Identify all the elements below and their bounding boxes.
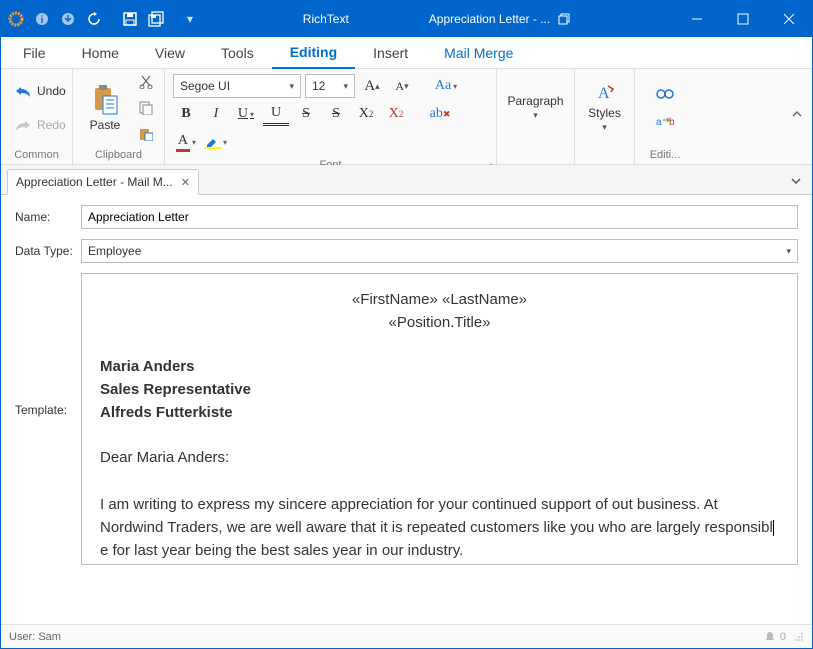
paste-icon (91, 84, 119, 116)
highlight-icon (205, 135, 221, 149)
ribbon: Undo Redo Common Paste Clipboard (1, 69, 812, 165)
menu-insert[interactable]: Insert (355, 37, 426, 69)
shrink-font-button[interactable]: A▾ (389, 74, 415, 98)
double-underline-button[interactable]: U (263, 102, 289, 126)
name-label: Name: (15, 210, 77, 224)
change-case-button[interactable]: Aa▾ (433, 74, 459, 98)
template-label: Template: (15, 403, 77, 417)
save-all-icon[interactable] (147, 10, 165, 28)
menu-tools[interactable]: Tools (203, 37, 272, 69)
highlight-button[interactable]: ▾ (203, 130, 229, 154)
replace-button[interactable]: ab (656, 114, 674, 128)
status-user: User: Sam (9, 631, 61, 643)
ribbon-group-clipboard: Clipboard (73, 146, 164, 164)
find-button[interactable] (656, 88, 674, 102)
app-title: RichText (303, 12, 349, 26)
copy-button[interactable] (135, 98, 157, 118)
redo-button: Redo (11, 113, 70, 137)
styles-icon: A (594, 82, 616, 104)
text-cursor (773, 520, 774, 536)
svg-text:i: i (41, 15, 44, 26)
menu-editing[interactable]: Editing (272, 37, 355, 69)
menu-mail-merge[interactable]: Mail Merge (426, 37, 531, 69)
paragraph-button[interactable]: Paragraph ▾ (510, 73, 562, 143)
cut-icon (139, 75, 153, 89)
menu-home[interactable]: Home (64, 37, 137, 69)
clear-format-button[interactable]: ab✖ (427, 102, 453, 126)
svg-text:b: b (669, 117, 674, 128)
qat-dropdown-icon[interactable]: ▾ (181, 10, 199, 28)
titlebar: i ▾ RichText Appreciation Letter - ... (1, 1, 812, 37)
resize-grip-icon[interactable] (794, 632, 804, 642)
name-input[interactable] (81, 205, 798, 229)
svg-text:A: A (598, 85, 610, 102)
menubar: File Home View Tools Editing Insert Mail… (1, 37, 812, 69)
minimize-button[interactable] (674, 1, 720, 37)
grow-font-button[interactable]: A▴ (359, 74, 385, 98)
chevron-down-icon: ▾ (289, 81, 294, 92)
ribbon-group-editing: Editi... (635, 146, 695, 164)
menu-file[interactable]: File (5, 37, 64, 69)
font-size-combo[interactable]: 12▾ (305, 74, 355, 98)
copy-icon (139, 101, 153, 115)
download-icon[interactable] (59, 10, 77, 28)
doc-tab-strip: Appreciation Letter - Mail M... ✕ (1, 165, 812, 195)
bold-button[interactable]: B (173, 102, 199, 126)
font-name-combo[interactable]: Segoe UI▾ (173, 74, 301, 98)
app-icon (7, 10, 25, 28)
paste-special-button[interactable] (135, 124, 157, 144)
refresh-icon[interactable] (85, 10, 103, 28)
menu-view[interactable]: View (137, 37, 203, 69)
chevron-down-icon: ▾ (602, 122, 607, 133)
save-icon[interactable] (121, 10, 139, 28)
subscript-button[interactable]: X2 (383, 102, 409, 126)
notification-button[interactable]: 0 (764, 631, 786, 643)
chevron-down-icon: ▾ (343, 81, 348, 92)
doc-title: Appreciation Letter - ... (429, 12, 550, 26)
font-color-button[interactable]: A▾ (173, 130, 199, 154)
italic-button[interactable]: I (203, 102, 229, 126)
close-button[interactable] (766, 1, 812, 37)
paste-special-icon (139, 127, 153, 141)
template-editor[interactable]: «FirstName» «LastName» «Position.Title» … (81, 273, 798, 565)
redo-icon (15, 119, 31, 131)
strike-button[interactable]: S (293, 102, 319, 126)
superscript-button[interactable]: X2 (353, 102, 379, 126)
undo-button[interactable]: Undo (11, 79, 70, 103)
restore-small-icon[interactable] (558, 13, 570, 25)
find-icon (656, 88, 674, 102)
panel-chevron-icon[interactable] (790, 175, 802, 187)
collapse-ribbon-icon[interactable] (790, 107, 804, 121)
info-icon[interactable]: i (33, 10, 51, 28)
chevron-down-icon: ▾ (533, 110, 538, 121)
bell-icon (764, 631, 776, 643)
data-type-select[interactable]: Employee ▾ (81, 239, 798, 263)
undo-icon (15, 85, 31, 97)
statusbar: User: Sam 0 (1, 624, 812, 648)
double-strike-button[interactable]: S (323, 102, 349, 126)
close-tab-icon[interactable]: ✕ (181, 176, 190, 189)
data-type-label: Data Type: (15, 244, 77, 258)
underline-button[interactable]: U▾ (233, 102, 259, 126)
ribbon-group-common: Common (1, 146, 72, 164)
cut-button[interactable] (135, 72, 157, 92)
form-area: Name: Data Type: Employee ▾ Template: «F… (1, 195, 812, 575)
paste-button[interactable]: Paste (79, 73, 131, 143)
svg-text:a: a (656, 117, 662, 128)
maximize-button[interactable] (720, 1, 766, 37)
styles-button[interactable]: A Styles ▾ (581, 73, 628, 143)
doc-tab[interactable]: Appreciation Letter - Mail M... ✕ (7, 169, 199, 195)
chevron-down-icon: ▾ (786, 246, 791, 257)
replace-icon: ab (656, 114, 674, 128)
